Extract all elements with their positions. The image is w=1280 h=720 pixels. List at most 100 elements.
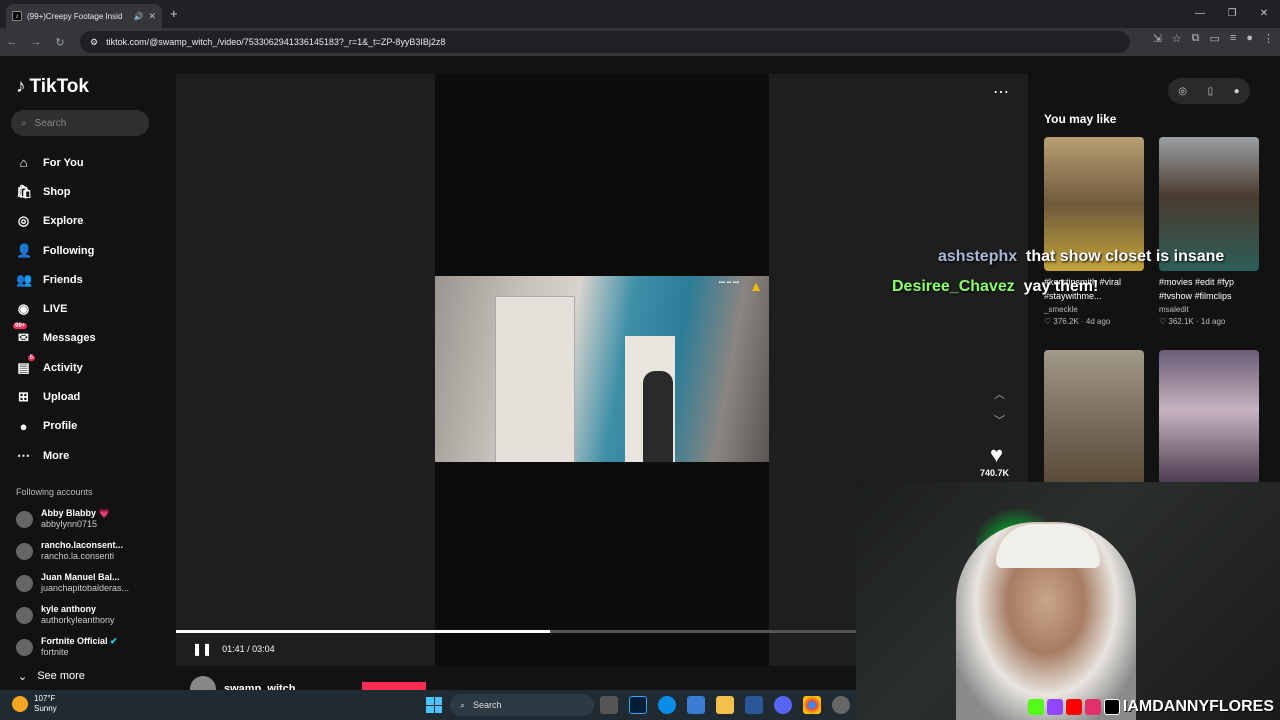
task-view-icon[interactable] [600, 696, 618, 714]
sidepanel-icon[interactable]: ▭ [1210, 32, 1220, 45]
follow-button[interactable] [362, 682, 426, 690]
reload-button[interactable]: ↻ [48, 36, 72, 49]
browser-tab[interactable]: ♪ (99+)Creepy Footage Insid 🔊 ✕ [6, 4, 162, 28]
search-icon: ⌕ [21, 117, 27, 129]
close-tab-icon[interactable]: ✕ [148, 11, 156, 22]
forward-button[interactable]: → [24, 36, 48, 48]
following-account[interactable]: Juan Manuel Bal... juanchapitobalderas... [16, 572, 129, 594]
see-more-button[interactable]: ⌄ See more [18, 670, 85, 683]
sun-icon [12, 696, 28, 712]
nav-live[interactable]: ◉ LIVE [16, 294, 96, 323]
nav-shop[interactable]: 🛍 Shop [16, 177, 96, 206]
chevron-down-icon[interactable]: ﹀ [994, 412, 1005, 428]
new-tab-button[interactable]: + [170, 6, 178, 21]
back-button[interactable]: ← [0, 36, 24, 48]
speaker-icon[interactable]: 🔊 [133, 12, 143, 21]
user-avatar[interactable]: ● [1234, 86, 1240, 97]
address-bar[interactable]: ⚙ tiktok.com/@swamp_witch_/video/7533062… [80, 31, 1130, 53]
search-input[interactable]: ⌕ Search [11, 110, 149, 136]
progress-fill [176, 630, 550, 633]
chevron-up-icon[interactable]: ︿ [994, 386, 1005, 402]
site-info-icon[interactable]: ⚙ [90, 37, 98, 48]
weather-widget[interactable]: 107°F Sunny [12, 694, 57, 714]
taskbar-apps [600, 696, 850, 714]
bodycam-overlay-text: ▪▪▪ ▪▪ ▪▪▪ [718, 280, 739, 286]
account-name: Juan Manuel Bal... [41, 572, 120, 582]
obs-icon[interactable] [832, 696, 850, 714]
url-text: tiktok.com/@swamp_witch_/video/753306294… [106, 37, 446, 47]
tiktok-logo[interactable]: ♪ TikTok [16, 76, 89, 98]
warning-icon: ▲ [749, 278, 763, 294]
account-name: kyle anthony [41, 604, 97, 614]
browser-tab-strip: ♪ (99+)Creepy Footage Insid 🔊 ✕ + — ❐ ✕ [0, 0, 1280, 28]
explore-icon: ◎ [17, 213, 30, 229]
suggestion-card[interactable] [1044, 350, 1144, 484]
suggestion-card[interactable]: #movies #edit #fyp #tvshow #filmclips ms… [1159, 137, 1259, 326]
phone-icon[interactable]: ▯ [1208, 86, 1214, 97]
minimize-button[interactable]: — [1184, 0, 1216, 28]
following-account[interactable]: rancho.laconsent... rancho.la.consenti [16, 540, 123, 562]
video-progress-bar[interactable] [176, 630, 856, 633]
card-user: _smeckle [1044, 305, 1078, 314]
following-icon: 👤 [16, 242, 33, 258]
heart-icon: ♡ [1044, 317, 1052, 326]
following-account[interactable]: Abby Blabby 💗 abbylynn0715 [16, 508, 110, 530]
close-window-button[interactable]: ✕ [1248, 0, 1280, 28]
restore-button[interactable]: ❐ [1216, 0, 1248, 28]
chrome-icon[interactable] [803, 696, 821, 714]
nav-label: Upload [43, 391, 81, 404]
profile-avatar[interactable]: ● [1246, 32, 1253, 45]
nav-upload[interactable]: ⊞ Upload [16, 382, 96, 411]
more-options-icon[interactable]: ⋯ [993, 82, 1010, 102]
store-icon[interactable] [687, 696, 705, 714]
top-right-icons: ◎ ▯ ● [1168, 78, 1250, 104]
following-account[interactable]: Fortnite Official ✔ fortnite [16, 636, 118, 658]
edge-icon[interactable] [658, 696, 676, 714]
taskbar-search[interactable]: ⌕ Search [450, 694, 594, 716]
suggestion-card[interactable]: #kerstinsmith #viral #staywithme... _sme… [1044, 137, 1144, 326]
nav-explore[interactable]: ◎ Explore [16, 207, 96, 236]
discord-icon[interactable] [774, 696, 792, 714]
chat-message: Desiree_Chavez yay them! [892, 278, 1098, 296]
nav-label: Activity [43, 361, 83, 374]
search-icon: ⌕ [460, 699, 466, 710]
install-icon[interactable]: ⇲ [1153, 32, 1162, 45]
card-likes: 362.1K [1168, 317, 1194, 326]
nav-friends[interactable]: 👥 Friends [16, 265, 96, 294]
menu-icon[interactable]: ⋮ [1263, 32, 1274, 45]
upload-icon: ⊞ [18, 389, 29, 405]
nav-more[interactable]: ⋯ More [16, 441, 96, 470]
home-icon: ⌂ [19, 155, 28, 171]
compass-icon[interactable]: ◎ [1178, 86, 1187, 97]
nav-for-you[interactable]: ⌂ For You [16, 148, 96, 177]
like-heart-icon[interactable]: ♥ [990, 442, 1003, 468]
nav-label: Messages [43, 332, 96, 345]
chat-user: ashstephx [938, 248, 1018, 265]
tab-title: (99+)Creepy Footage Insid [27, 11, 123, 21]
photoshop-icon[interactable] [629, 696, 647, 714]
friends-icon: 👥 [16, 271, 33, 287]
card-user: msaledit [1159, 305, 1189, 314]
suggestion-card[interactable] [1159, 350, 1259, 484]
extensions-icon[interactable]: ⧉ [1192, 32, 1200, 45]
following-accounts-header: Following accounts [16, 487, 93, 497]
windows-start-icon[interactable] [426, 697, 442, 713]
weather-condition: Sunny [34, 704, 57, 713]
word-icon[interactable] [745, 696, 763, 714]
following-account[interactable]: kyle anthony authorkyleanthony [16, 604, 115, 626]
nav-following[interactable]: 👤 Following [16, 236, 96, 265]
pause-icon[interactable]: ❚❚ [192, 642, 212, 656]
door-shape [495, 296, 575, 462]
nav-label: Friends [43, 273, 83, 286]
see-more-label: See more [37, 670, 85, 682]
media-icon[interactable]: ≡ [1230, 32, 1236, 45]
verified-icon: ✔ [110, 636, 118, 646]
nav-activity[interactable]: ▤ 5 Activity [16, 353, 96, 382]
avatar [16, 510, 33, 528]
nav-profile[interactable]: ● Profile [16, 412, 96, 441]
messages-icon: ✉ 99+ [13, 323, 29, 346]
chat-text: yay them! [1023, 278, 1099, 295]
nav-messages[interactable]: ✉ 99+ Messages [13, 323, 96, 353]
bookmark-star-icon[interactable]: ☆ [1172, 32, 1182, 45]
file-explorer-icon[interactable] [716, 696, 734, 714]
